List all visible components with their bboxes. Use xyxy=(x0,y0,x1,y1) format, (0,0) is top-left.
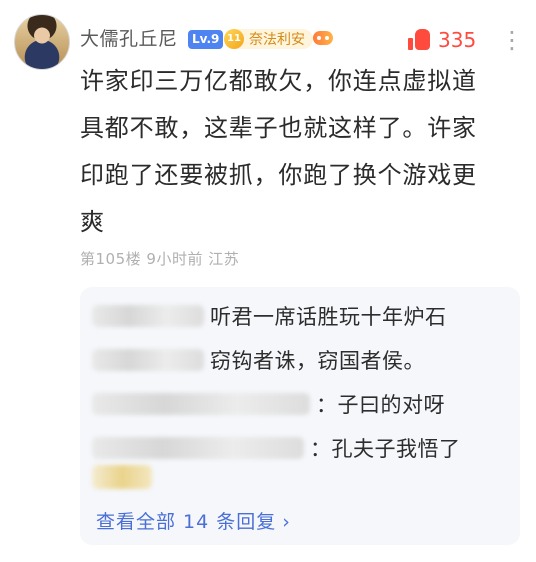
post-meta: 第105楼 9小时前 江苏 xyxy=(80,250,240,268)
blurred-username xyxy=(92,393,310,415)
reply-box: 听君一席话胜玩十年炉石 窃钩者诛，窃国者侯。 ：子曰的对呀 ：孔夫子我悟了 查看… xyxy=(80,287,520,545)
blurred-badge xyxy=(92,465,152,489)
view-all-replies-label: 查看全部 14 条回复 xyxy=(96,511,277,533)
fan-badge-label: 奈法利安 xyxy=(249,32,305,48)
reply-item[interactable]: ：孔夫子我悟了 xyxy=(92,433,461,463)
reply-text: 听君一席话胜玩十年炉石 xyxy=(210,305,447,329)
chevron-right-icon: › xyxy=(282,511,291,533)
reply-item[interactable]: ：子曰的对呀 xyxy=(92,389,445,419)
username[interactable]: 大儒孔丘尼 xyxy=(80,24,178,51)
post-line: 印跑了还要被抓，你跑了换个游戏更 xyxy=(80,161,477,189)
blurred-username xyxy=(92,437,304,459)
post-line: 许家印三万亿都敢欠，你连点虚拟道 xyxy=(80,67,477,95)
more-vertical-icon[interactable]: ⋮ xyxy=(500,28,524,52)
like-count: 335 xyxy=(438,28,477,52)
reply-text: ：孔夫子我悟了 xyxy=(310,437,461,461)
view-all-replies-link[interactable]: 查看全部 14 条回复 › xyxy=(96,507,291,534)
reply-item[interactable]: 窃钩者诛，窃国者侯。 xyxy=(92,345,425,375)
like-button[interactable]: 335 xyxy=(408,28,476,52)
avatar[interactable] xyxy=(14,14,70,70)
reply-text: ：子曰的对呀 xyxy=(316,393,445,417)
post-content: 许家印三万亿都敢欠，你连点虚拟道 具都不敢，这辈子也就这样了。许家 印跑了还要被… xyxy=(80,58,520,246)
fan-badge[interactable]: 11 奈法利安 xyxy=(224,29,313,49)
blurred-username xyxy=(92,349,204,371)
thumbs-up-icon xyxy=(408,29,430,51)
level-badge: Lv.9 xyxy=(188,30,224,49)
post-line: 爽 xyxy=(80,208,105,236)
reply-text: 窃钩者诛，窃国者侯。 xyxy=(210,349,425,373)
reply-item[interactable]: 听君一席话胜玩十年炉石 xyxy=(92,301,447,331)
post-line: 具都不敢，这辈子也就这样了。许家 xyxy=(80,114,477,142)
diamond-badge-icon: 11 xyxy=(224,29,244,49)
gamepad-icon xyxy=(313,31,333,45)
blurred-username xyxy=(92,305,204,327)
